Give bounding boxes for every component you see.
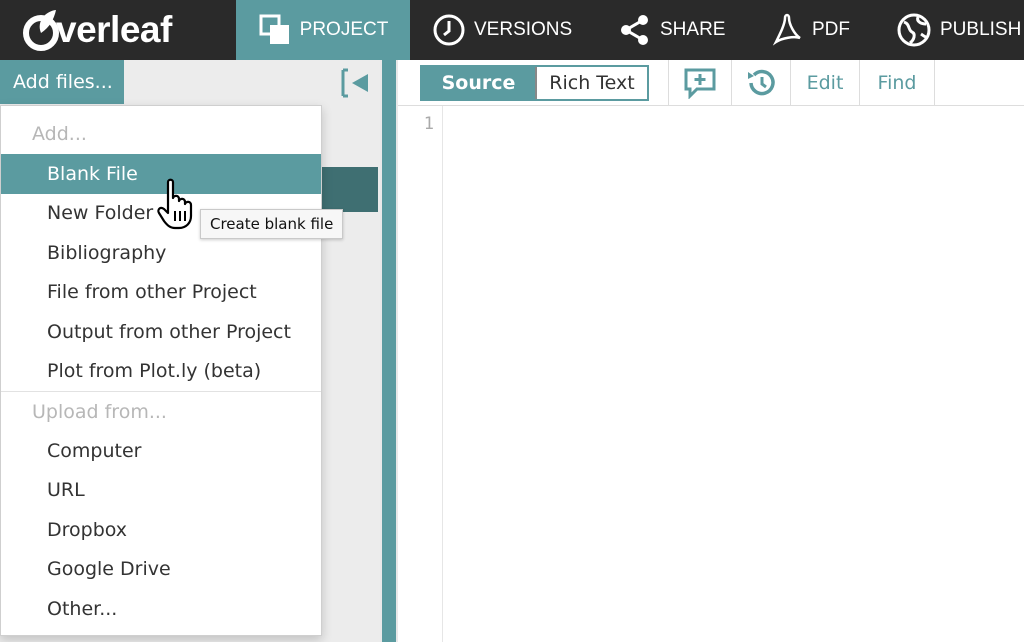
add-comment-button[interactable] — [669, 60, 731, 106]
menu-item-dropbox[interactable]: Dropbox — [1, 510, 321, 550]
menu-header-add: Add... — [32, 123, 87, 145]
edit-menu-button[interactable]: Edit — [791, 60, 859, 106]
toolbar-divider — [934, 60, 935, 106]
source-mode-button[interactable]: Source — [422, 67, 535, 99]
share-icon — [618, 13, 652, 47]
add-comment-icon — [684, 68, 716, 99]
find-button[interactable]: Find — [860, 60, 934, 106]
menu-item-output-from-other-project[interactable]: Output from other Project — [1, 312, 321, 352]
clock-icon — [432, 13, 466, 47]
history-icon — [748, 69, 775, 96]
nav-publish[interactable]: PUBLISH — [896, 0, 1021, 60]
nav-project-label: PROJECT — [299, 19, 389, 40]
selected-file-row[interactable] — [320, 167, 378, 212]
rich-text-mode-button[interactable]: Rich Text — [535, 67, 647, 99]
history-button[interactable] — [732, 60, 790, 106]
nav-pdf[interactable]: PDF — [768, 0, 850, 60]
editor-toolbar: Source Rich Text Edit Find — [398, 60, 1024, 106]
pdf-icon — [768, 12, 804, 48]
menu-header-upload: Upload from... — [32, 401, 167, 423]
line-number: 1 — [423, 114, 434, 134]
menu-item-google-drive[interactable]: Google Drive — [1, 549, 321, 589]
menu-item-bibliography[interactable]: Bibliography — [1, 233, 321, 273]
blank-file-tooltip: Create blank file — [200, 209, 344, 239]
nav-versions[interactable]: VERSIONS — [432, 0, 572, 60]
top-navbar: verleaf PROJECT VERSIONS SHARE PDF PUBLI… — [0, 0, 1024, 60]
collapse-sidebar-icon[interactable] — [340, 68, 370, 98]
menu-item-url[interactable]: URL — [1, 470, 321, 510]
menu-item-other[interactable]: Other... — [1, 589, 321, 629]
nav-pdf-label: PDF — [812, 19, 850, 40]
menu-item-plot-from-plotly[interactable]: Plot from Plot.ly (beta) — [1, 351, 321, 391]
nav-versions-label: VERSIONS — [474, 19, 573, 40]
add-files-button[interactable]: Add files... — [0, 60, 124, 104]
nav-share[interactable]: SHARE — [618, 0, 725, 60]
globe-icon — [896, 12, 932, 48]
menu-item-computer[interactable]: Computer — [1, 431, 321, 471]
overleaf-logo[interactable]: verleaf — [18, 4, 172, 56]
code-editor[interactable]: 1 — [398, 106, 1024, 642]
nav-share-label: SHARE — [660, 19, 726, 40]
panel-splitter[interactable] — [380, 60, 398, 642]
nav-project[interactable]: PROJECT — [236, 0, 410, 60]
editor-mode-toggle: Source Rich Text — [420, 65, 649, 101]
hand-cursor-icon — [157, 178, 193, 230]
project-icon — [258, 13, 292, 47]
line-number-gutter: 1 — [398, 106, 443, 642]
menu-item-file-from-other-project[interactable]: File from other Project — [1, 272, 321, 312]
logo-text: verleaf — [56, 9, 172, 50]
nav-publish-label: PUBLISH — [940, 19, 1022, 40]
